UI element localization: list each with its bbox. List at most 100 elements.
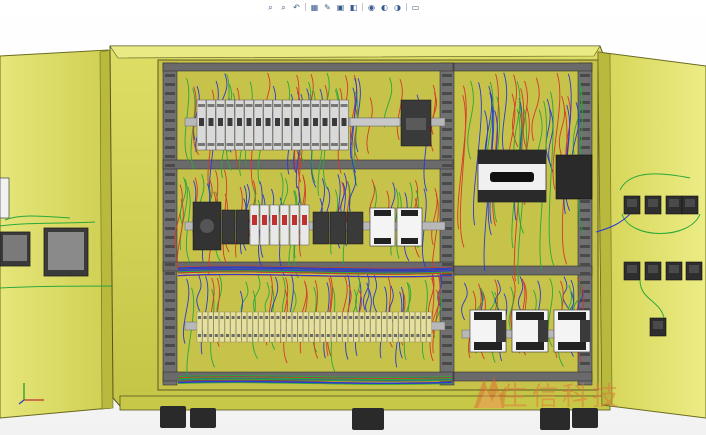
circuit-breaker[interactable] (282, 99, 292, 151)
pushbutton-face[interactable] (627, 265, 637, 273)
contactor[interactable] (346, 211, 364, 245)
breaker-toggle[interactable] (275, 118, 280, 126)
door-pushbutton[interactable] (644, 195, 662, 215)
terminal-block[interactable] (381, 311, 387, 343)
terminal-block[interactable] (280, 311, 287, 343)
terminal-block[interactable] (230, 311, 236, 343)
pushbutton-face[interactable] (669, 265, 679, 273)
breaker-toggle[interactable] (208, 118, 214, 126)
motor-protector-knob[interactable] (406, 118, 426, 130)
right-door[interactable] (595, 51, 706, 419)
terminal-block[interactable] (314, 311, 320, 343)
motor-protector-dial[interactable] (200, 219, 214, 233)
relay-module[interactable] (289, 204, 300, 246)
contactor-white[interactable] (469, 309, 507, 353)
breaker-toggle[interactable] (313, 118, 318, 126)
terminal-block[interactable] (202, 311, 208, 343)
breaker-toggle[interactable] (218, 118, 223, 126)
terminal-block[interactable] (219, 311, 225, 343)
relay-module[interactable] (249, 204, 260, 246)
circuit-breaker[interactable] (263, 99, 273, 151)
terminal-block[interactable] (258, 311, 264, 343)
terminal-block[interactable] (235, 311, 242, 343)
power-supply[interactable] (555, 154, 593, 200)
terminal-block[interactable] (308, 311, 315, 343)
breaker-toggle[interactable] (227, 118, 233, 126)
terminal-block[interactable] (320, 311, 326, 343)
door-pushbutton[interactable] (685, 261, 703, 281)
terminal-block[interactable] (292, 311, 298, 343)
main-switch[interactable] (477, 149, 547, 203)
door-pushbutton[interactable] (623, 261, 641, 281)
pushbutton-face[interactable] (648, 199, 658, 207)
breaker-toggle[interactable] (332, 118, 337, 126)
breaker-toggle[interactable] (303, 118, 309, 126)
terminal-block[interactable] (286, 311, 292, 343)
contactor[interactable] (329, 211, 347, 245)
terminal-block[interactable] (325, 311, 331, 343)
circuit-breaker[interactable] (206, 99, 216, 151)
motor-protector[interactable] (400, 99, 432, 147)
terminal-block[interactable] (336, 311, 343, 343)
terminal-block[interactable] (297, 311, 303, 343)
contactor[interactable] (235, 209, 250, 245)
contactor-white[interactable] (511, 309, 549, 353)
door-pushbutton[interactable] (649, 317, 667, 337)
terminal-block[interactable] (415, 311, 421, 343)
circuit-breaker[interactable] (234, 99, 245, 151)
terminal-block[interactable] (387, 311, 393, 343)
circuit-breaker[interactable] (329, 99, 340, 151)
relay-module[interactable] (269, 204, 280, 246)
pushbutton-face[interactable] (648, 265, 658, 273)
relay-module[interactable] (279, 204, 290, 246)
door-pushbutton[interactable] (623, 195, 641, 215)
circuit-breaker[interactable] (215, 99, 226, 151)
terminal-block[interactable] (247, 311, 253, 343)
terminal-block[interactable] (364, 311, 371, 343)
terminal-block[interactable] (409, 311, 415, 343)
circuit-breaker[interactable] (244, 99, 254, 151)
contactor[interactable] (221, 209, 236, 245)
electrical-cabinet-model[interactable] (0, 0, 706, 435)
graphics-viewport[interactable]: ⌕ ⌕ ↶ ▦ ✎ ▣ ◧ ◉ ◐ ◑ ▭ 生信科技 (0, 0, 706, 435)
terminal-block[interactable] (398, 311, 404, 343)
terminal-block[interactable] (213, 311, 220, 343)
door-pushbutton[interactable] (665, 261, 683, 281)
terminal-block[interactable] (342, 311, 348, 343)
breaker-toggle[interactable] (199, 118, 204, 126)
contactor[interactable] (312, 211, 330, 245)
terminal-block[interactable] (420, 311, 427, 343)
breaker-toggle[interactable] (284, 118, 290, 126)
relay-module[interactable] (299, 204, 310, 246)
breaker-toggle[interactable] (341, 118, 347, 126)
terminal-block[interactable] (207, 311, 214, 343)
circuit-breaker[interactable] (272, 99, 283, 151)
terminal-block[interactable] (196, 311, 203, 343)
circuit-breaker[interactable] (339, 99, 349, 151)
terminal-block[interactable] (370, 311, 376, 343)
circuit-breaker[interactable] (301, 99, 311, 151)
terminal-block[interactable] (331, 311, 337, 343)
terminal-block[interactable] (426, 311, 432, 343)
terminal-block[interactable] (353, 311, 359, 343)
breaker-toggle[interactable] (265, 118, 271, 126)
door-pushbutton[interactable] (644, 261, 662, 281)
pushbutton-face[interactable] (689, 265, 699, 273)
motor-protector[interactable] (192, 201, 222, 251)
contactor-white[interactable] (396, 207, 423, 247)
breaker-toggle[interactable] (322, 118, 328, 126)
breaker-toggle[interactable] (237, 118, 242, 126)
circuit-breaker[interactable] (291, 99, 302, 151)
relay-module[interactable] (259, 204, 270, 246)
main-switch-handle[interactable] (490, 172, 534, 182)
breaker-toggle[interactable] (256, 118, 261, 126)
terminal-block[interactable] (275, 311, 281, 343)
terminal-block[interactable] (376, 311, 382, 343)
terminal-block[interactable] (241, 311, 248, 343)
breaker-toggle[interactable] (294, 118, 299, 126)
terminal-block[interactable] (252, 311, 259, 343)
contactor-white[interactable] (553, 309, 591, 353)
pushbutton-face[interactable] (685, 199, 695, 207)
terminal-block[interactable] (359, 311, 365, 343)
circuit-breaker[interactable] (320, 99, 330, 151)
